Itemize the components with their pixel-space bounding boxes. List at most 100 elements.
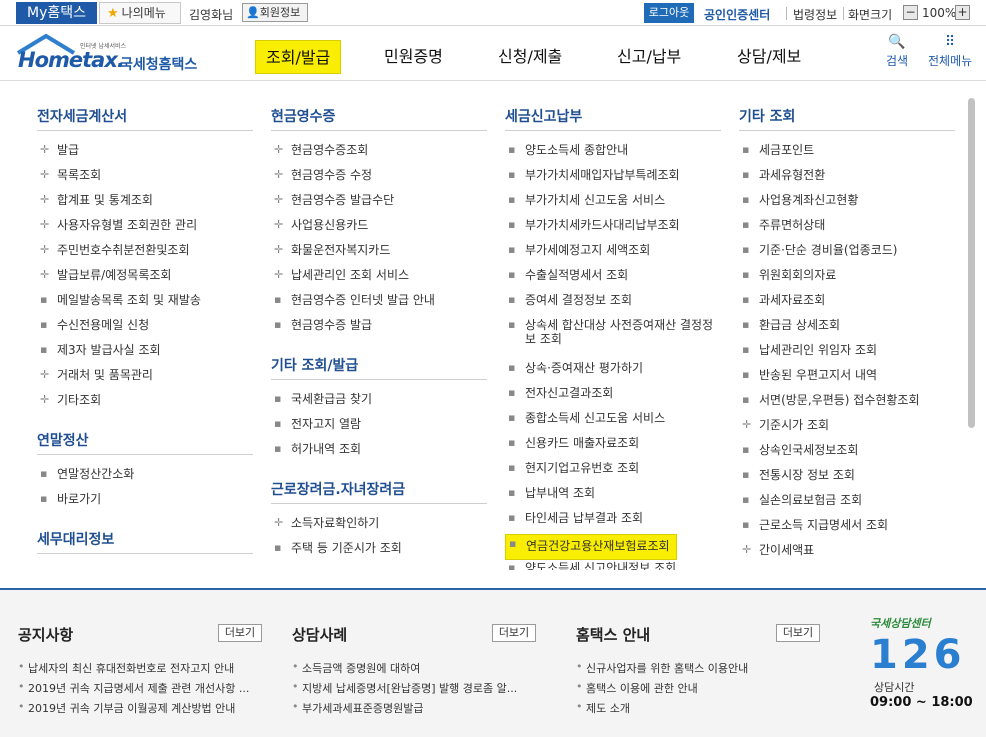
menu-item[interactable]: ✛ 사용자유형별 조회권한 관리 <box>37 216 253 241</box>
my-hometax-tab[interactable]: My홈택스 <box>16 2 97 24</box>
certificate-center-link[interactable]: 공인인증센터 <box>704 6 770 23</box>
search-button[interactable]: 🔍 검색 <box>886 34 908 69</box>
guide-item[interactable]: 신규사업자를 위한 홈택스 이용안내 <box>576 660 748 680</box>
menu-item[interactable]: ▪ 신용카드 매출자료조회 <box>505 434 721 459</box>
menu-item[interactable]: ▪ 바로가기 <box>37 490 253 515</box>
menu-item[interactable]: ✛ 기타조회 <box>37 391 253 416</box>
menu-item[interactable]: ▪ 전자신고결과조회 <box>505 384 721 409</box>
notice-more-button[interactable]: 더보기 <box>218 624 262 642</box>
menu-item[interactable]: ▪ 연금건강고용산재보험료조회 <box>505 534 677 560</box>
menu-group-title[interactable]: 세무대리정보 <box>37 529 253 554</box>
menu-item[interactable]: ▪ 과세자료조회 <box>739 291 955 316</box>
consult-item[interactable]: 지방세 납세증명서[완납증명] 발행 경로좀 알... <box>292 680 517 700</box>
notice-item[interactable]: 납세자의 최신 휴대전화번호로 전자고지 안내 <box>18 660 249 680</box>
menu-item[interactable]: ✛ 합계표 및 통계조회 <box>37 191 253 216</box>
menu-item[interactable]: ✛ 발급보류/예정목록조회 <box>37 266 253 291</box>
menu-item[interactable]: ▪ 국세환급금 찾기 <box>271 390 487 415</box>
nav-application[interactable]: 신청/제출 <box>498 40 562 74</box>
menu-item[interactable]: ▪ 연말정산간소화 <box>37 465 253 490</box>
member-info-button[interactable]: 👤회원정보 <box>242 3 308 22</box>
menu-item-label: 타인세금 납부결과 조회 <box>525 511 644 525</box>
menu-item[interactable]: ▪ 주류면허상태 <box>739 216 955 241</box>
menu-group-title[interactable]: 기타 조회 <box>739 106 955 131</box>
menu-item[interactable]: ✛ 주민번호수취분전환및조회 <box>37 241 253 266</box>
menu-item[interactable]: ▪ 현금영수증 인터넷 발급 안내 <box>271 291 487 316</box>
hometax-logo[interactable]: 인터넷 납세서비스 Hometax. 국세청홈택스 <box>16 33 206 75</box>
menu-item[interactable]: ✛ 현금영수증조회 <box>271 141 487 166</box>
menu-item[interactable]: ✛ 소득자료확인하기 <box>271 514 487 539</box>
consult-item[interactable]: 부가세과세표준증명원발급 <box>292 700 517 720</box>
menu-item[interactable]: ▪ 주택 등 기준시가 조회 <box>271 539 487 564</box>
menu-item[interactable]: ▪ 종합소득세 신고도움 서비스 <box>505 409 721 434</box>
menu-item[interactable]: ▪ 상속·증여재산 평가하기 <box>505 359 721 384</box>
nav-consult-report[interactable]: 상담/제보 <box>737 40 801 74</box>
menu-item[interactable]: ▪ 납세관리인 위임자 조회 <box>739 341 955 366</box>
menu-item[interactable]: ✛ 납세관리인 조회 서비스 <box>271 266 487 291</box>
menu-group-title[interactable]: 전자세금계산서 <box>37 106 253 131</box>
menu-item[interactable]: ▪ 증여세 결정정보 조회 <box>505 291 721 316</box>
menu-item[interactable]: ▪ 실손의료보험금 조회 <box>739 491 955 516</box>
menu-item[interactable]: ▪ 현금영수증 발급 <box>271 316 487 341</box>
menu-item[interactable]: ▪ 서면(방문,우편등) 접수현황조회 <box>739 391 955 416</box>
menu-item[interactable]: ▪ 상속인국세정보조회 <box>739 441 955 466</box>
menu-item[interactable]: ✛ 기준시가 조회 <box>739 416 955 441</box>
zoom-out-button[interactable]: − <box>903 5 918 20</box>
menu-item[interactable]: ✛ 현금영수증 수정 <box>271 166 487 191</box>
menu-item[interactable]: ▪ 양도소득세 신고안내정보 조회 <box>505 559 721 570</box>
menu-item[interactable]: ✛ 사업용신용카드 <box>271 216 487 241</box>
guide-more-button[interactable]: 더보기 <box>776 624 820 642</box>
consult-item[interactable]: 소득금액 증명원에 대하여 <box>292 660 517 680</box>
menu-item[interactable]: ▪ 부가가치세 신고도움 서비스 <box>505 191 721 216</box>
scrollbar-thumb[interactable] <box>968 98 975 428</box>
menu-item[interactable]: ▪ 위원회회의자료 <box>739 266 955 291</box>
menu-item[interactable]: ▪ 전통시장 정보 조회 <box>739 466 955 491</box>
menu-group-title[interactable]: 세금신고납부 <box>505 106 721 131</box>
menu-item[interactable]: ✛ 발급 <box>37 141 253 166</box>
notice-item[interactable]: 2019년 귀속 기부금 이월공제 계산방법 안내 <box>18 700 249 720</box>
menu-scrollbar[interactable] <box>966 98 976 568</box>
menu-group-title[interactable]: 현금영수증 <box>271 106 487 131</box>
menu-item[interactable]: ▪ 부가가치세카드사대리납부조회 <box>505 216 721 241</box>
menu-item[interactable]: ▪ 납부내역 조회 <box>505 484 721 509</box>
menu-item[interactable]: ▪ 과세유형전환 <box>739 166 955 191</box>
menu-item[interactable]: ▪ 상속세 합산대상 사전증여재산 결정정보 조회 <box>505 316 721 359</box>
nav-civil-certificate[interactable]: 민원증명 <box>384 40 443 74</box>
menu-group-title[interactable]: 기타 조회/발급 <box>271 355 487 380</box>
consult-more-button[interactable]: 더보기 <box>492 624 536 642</box>
menu-item[interactable]: ▪ 부가가치세매입자납부특례조회 <box>505 166 721 191</box>
guide-item[interactable]: 제도 소개 <box>576 700 748 720</box>
menu-item[interactable]: ▪ 환급금 상세조회 <box>739 316 955 341</box>
logout-button[interactable]: 로그아웃 <box>644 3 694 23</box>
menu-item[interactable]: ✛ 현금영수증 발급수단 <box>271 191 487 216</box>
menu-item[interactable]: ▪ 부가세예정고지 세액조회 <box>505 241 721 266</box>
menu-item[interactable]: ▪ 사업용계좌신고현황 <box>739 191 955 216</box>
guide-item[interactable]: 홈택스 이용에 관한 안내 <box>576 680 748 700</box>
menu-item[interactable]: ✛ 목록조회 <box>37 166 253 191</box>
menu-item[interactable]: ▪ 근로소득 지급명세서 조회 <box>739 516 955 541</box>
menu-item[interactable]: ✛ 거래처 및 품목관리 <box>37 366 253 391</box>
menu-item[interactable]: ▪ 양도소득세 종합안내 <box>505 141 721 166</box>
menu-item[interactable]: ▪ 허가내역 조회 <box>271 440 487 465</box>
nav-inquiry-issue[interactable]: 조회/발급 <box>255 40 342 74</box>
menu-item[interactable]: ▪ 반송된 우편고지서 내역 <box>739 366 955 391</box>
menu-item[interactable]: ▪ 제3자 발급사실 조회 <box>37 341 253 366</box>
zoom-in-button[interactable]: + <box>955 5 970 20</box>
menu-group-title[interactable]: 연말정산 <box>37 430 253 455</box>
bullet-icon: ▪ <box>508 143 516 156</box>
menu-group-title[interactable]: 근로장려금.자녀장려금 <box>271 479 487 504</box>
menu-item[interactable]: ▪ 메일발송목록 조회 및 재발송 <box>37 291 253 316</box>
menu-item[interactable]: ▪ 수출실적명세서 조회 <box>505 266 721 291</box>
menu-item[interactable]: ▪ 세금포인트 <box>739 141 955 166</box>
law-info-link[interactable]: 법령정보 <box>793 6 837 23</box>
menu-item[interactable]: ✛ 화물운전자복지카드 <box>271 241 487 266</box>
my-menu-button[interactable]: ★ 나의메뉴 <box>99 2 181 24</box>
nav-report-payment[interactable]: 신고/납부 <box>617 40 681 74</box>
menu-item[interactable]: ▪ 기준·단순 경비율(업종코드) <box>739 241 955 266</box>
menu-item[interactable]: ▪ 수신전용메일 신청 <box>37 316 253 341</box>
notice-item[interactable]: 2019년 귀속 지급명세서 제출 관련 개선사항 ... <box>18 680 249 700</box>
menu-item[interactable]: ▪ 전자고지 열람 <box>271 415 487 440</box>
all-menu-button[interactable]: ⠿ 전체메뉴 <box>928 34 972 69</box>
menu-item[interactable]: ▪ 타인세금 납부결과 조회 <box>505 509 721 534</box>
menu-item[interactable]: ▪ 현지기업고유번호 조회 <box>505 459 721 484</box>
menu-item[interactable]: ✛ 간이세액표 <box>739 541 955 566</box>
